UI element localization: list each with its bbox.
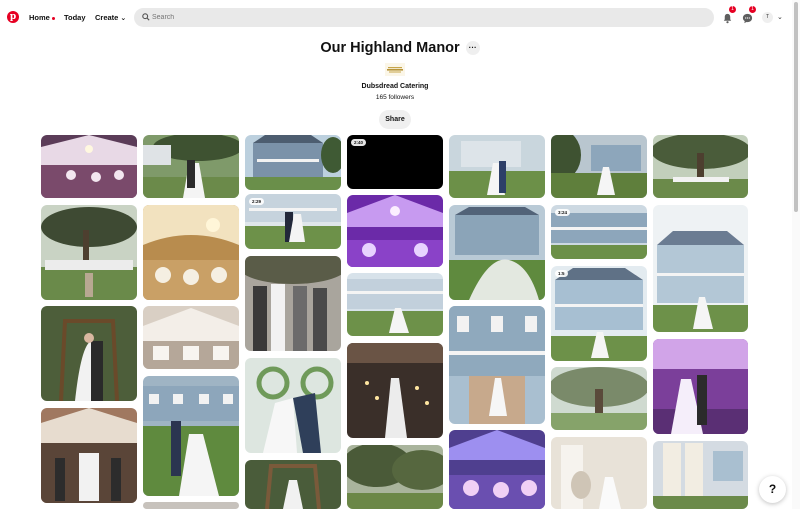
- pin-card[interactable]: [551, 367, 647, 430]
- oak-trees-image: [347, 445, 443, 509]
- pin-card[interactable]: [347, 273, 443, 336]
- pin-card[interactable]: 2:40: [347, 135, 443, 189]
- pin-card[interactable]: [143, 135, 239, 198]
- pin-card[interactable]: [245, 460, 341, 509]
- pin-card[interactable]: 3:24: [551, 205, 647, 259]
- pin-card[interactable]: [41, 408, 137, 503]
- avatar[interactable]: T: [762, 12, 773, 23]
- manor-house-image: [245, 135, 341, 190]
- search-icon: [142, 13, 150, 21]
- pin-card[interactable]: [449, 306, 545, 424]
- couple-dip-image: [245, 358, 341, 453]
- video-duration-badge: 2:40: [351, 139, 367, 147]
- blue-purple-reception-image: [449, 430, 545, 509]
- chat-icon: [742, 13, 753, 24]
- pin-card[interactable]: [143, 376, 239, 496]
- pin-card[interactable]: [347, 343, 443, 438]
- pin-card[interactable]: [143, 306, 239, 369]
- pin-card[interactable]: [551, 135, 647, 198]
- pin-card[interactable]: [143, 205, 239, 300]
- couple-veil-image: [449, 205, 545, 300]
- owner-logo[interactable]: [385, 63, 405, 76]
- sparkler-exit-image: [347, 343, 443, 438]
- nav-create[interactable]: Create ⌄: [95, 13, 126, 22]
- pin-card[interactable]: [41, 205, 137, 300]
- pin-card[interactable]: [347, 195, 443, 267]
- pin-card[interactable]: [245, 358, 341, 453]
- search-bar[interactable]: [134, 8, 714, 27]
- pin-card[interactable]: [41, 135, 137, 198]
- help-button[interactable]: ?: [759, 476, 786, 503]
- video-duration-badge: 2:29: [249, 198, 265, 206]
- follower-count[interactable]: 165 followers: [0, 94, 790, 101]
- wedding-party-image: [245, 256, 341, 351]
- pin-card[interactable]: 1:5: [551, 266, 647, 361]
- pin-card[interactable]: [551, 437, 647, 509]
- pinterest-logo-icon[interactable]: p: [7, 11, 19, 23]
- bride-mirror-image: [551, 437, 647, 509]
- video-duration-badge: 3:24: [555, 209, 571, 217]
- chevron-down-icon: ⌄: [120, 15, 127, 22]
- purple-dance-image: [653, 339, 748, 434]
- couple-lawn-image: [449, 135, 545, 198]
- pin-card[interactable]: [449, 430, 545, 509]
- oak-ceremony-image: [653, 135, 748, 198]
- manor-lawn-image: [347, 273, 443, 336]
- pin-card[interactable]: [41, 306, 137, 401]
- page-scrollbar[interactable]: [792, 0, 800, 509]
- chevron-down-icon[interactable]: ⌄: [777, 13, 783, 21]
- more-options-button[interactable]: ···: [465, 41, 480, 55]
- manor-front-image: [551, 266, 647, 361]
- share-button[interactable]: Share: [379, 110, 411, 129]
- pin-card[interactable]: [653, 205, 748, 332]
- board-owner-name[interactable]: Dubsdread Catering: [0, 83, 790, 90]
- notification-dot-icon: [51, 16, 55, 20]
- pin-card[interactable]: [245, 256, 341, 351]
- pin-card[interactable]: [653, 441, 748, 509]
- pin-card[interactable]: [449, 135, 545, 198]
- couple-manor-image: [143, 376, 239, 496]
- notifications-button[interactable]: 1: [722, 6, 736, 24]
- pin-image: [143, 502, 239, 509]
- doors-lawn-image: [653, 441, 748, 509]
- nav-today[interactable]: Today: [64, 13, 86, 22]
- oak-tree-ceremony-image: [41, 205, 137, 300]
- scrollbar-thumb[interactable]: [794, 2, 798, 212]
- top-navigation: p Home Today Create⌄ 1 1 T ⌄: [0, 0, 800, 36]
- reception-chandelier-image: [143, 205, 239, 300]
- pin-card[interactable]: [449, 205, 545, 300]
- pin-card[interactable]: [653, 135, 748, 198]
- search-input[interactable]: [150, 8, 690, 27]
- manor-couple-image: [653, 205, 748, 332]
- couple-tree-image: [143, 135, 239, 198]
- pin-card[interactable]: [653, 339, 748, 434]
- nav-home[interactable]: Home: [29, 13, 55, 22]
- pin-card[interactable]: [347, 445, 443, 509]
- arch-couple-image: [245, 460, 341, 509]
- reception-tent-image: [41, 135, 137, 198]
- messages-button[interactable]: 1: [742, 6, 756, 24]
- moss-oak-image: [551, 367, 647, 430]
- couple-house-image: [551, 135, 647, 198]
- nav-create-label: Create: [95, 13, 119, 22]
- bell-icon: [723, 13, 732, 24]
- messages-badge: 1: [749, 6, 756, 13]
- pin-card[interactable]: 2:29: [245, 194, 341, 249]
- board-header: Our Highland Manor ···: [0, 40, 800, 56]
- manor-steps-image: [449, 306, 545, 424]
- notification-badge: 1: [729, 6, 736, 13]
- video-duration-badge: 1:5: [555, 270, 568, 278]
- tent-tables-image: [143, 306, 239, 369]
- pin-card[interactable]: [143, 502, 239, 509]
- page-title: Our Highland Manor: [320, 40, 460, 56]
- tent-ceremony-image: [41, 408, 137, 503]
- pin-card[interactable]: [245, 135, 341, 190]
- couple-arch-image: [41, 306, 137, 401]
- purple-reception-image: [347, 195, 443, 267]
- nav-home-label: Home: [29, 13, 50, 22]
